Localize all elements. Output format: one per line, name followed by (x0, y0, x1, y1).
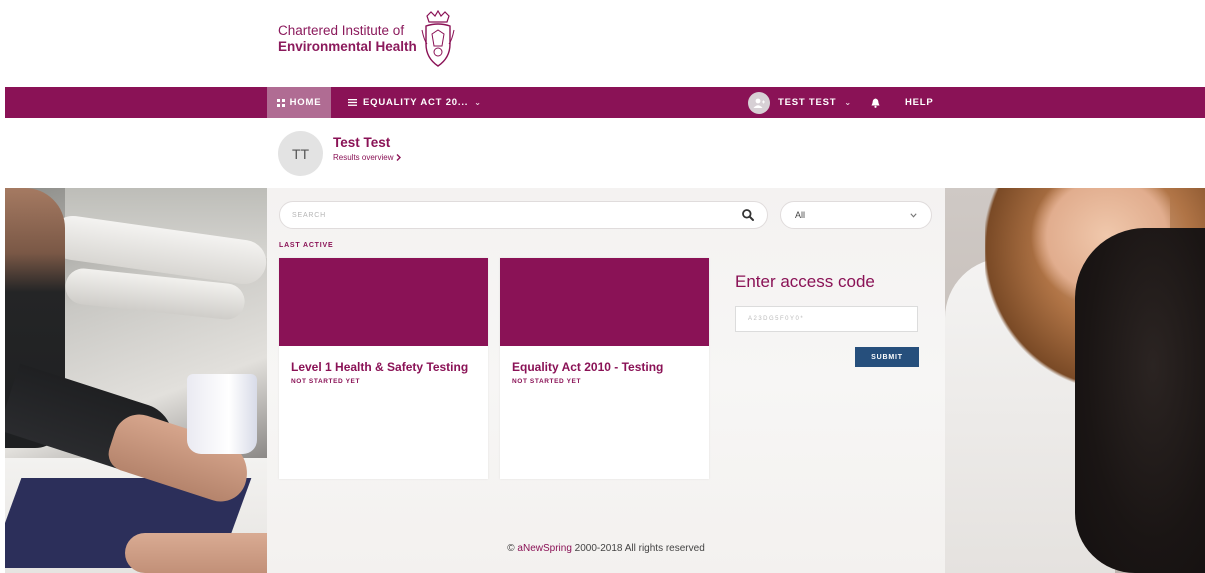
results-overview-label: Results overview (333, 153, 394, 162)
submit-button[interactable]: SUBMIT (855, 347, 919, 367)
top-navbar: HOME EQUALITY ACT 20... ⌄ TEST TEST ⌄ HE… (5, 87, 1205, 118)
filter-value: All (795, 210, 806, 220)
search-icon[interactable] (741, 208, 755, 222)
footer-rights: 2000-2018 All rights reserved (574, 543, 705, 554)
nav-home[interactable]: HOME (267, 87, 331, 118)
logo[interactable]: Chartered Institute of Environmental Hea… (278, 8, 455, 70)
access-code-input[interactable]: A23DG5F0Y0* (735, 306, 918, 332)
search-box[interactable]: SEARCH (279, 201, 768, 229)
nav-home-label: HOME (289, 97, 322, 108)
logo-line1: Chartered Institute of (278, 23, 405, 38)
filter-select[interactable]: All (780, 201, 932, 229)
card-title: Equality Act 2010 - Testing (512, 360, 664, 374)
chevron-right-icon (396, 154, 402, 161)
nav-course-label: EQUALITY ACT 20... (363, 97, 469, 108)
main-panel: SEARCH All LAST ACTIVE Level 1 Health & … (267, 188, 945, 573)
nav-user-menu[interactable]: TEST TEST ⌄ (748, 87, 852, 118)
card-title: Level 1 Health & Safety Testing (291, 360, 469, 374)
access-code-title: Enter access code (735, 272, 875, 291)
bell-icon (871, 98, 880, 108)
nav-help[interactable]: HELP (905, 87, 934, 118)
photo-left (5, 188, 270, 573)
card-status: NOT STARTED YET (291, 378, 361, 385)
chevron-down-icon: ⌄ (474, 98, 482, 107)
profile-name: Test Test (333, 135, 391, 150)
results-overview-link[interactable]: Results overview (333, 153, 402, 162)
card-banner (279, 258, 488, 346)
chevron-down-icon (910, 212, 917, 218)
nav-user-label: TEST TEST (778, 97, 837, 108)
grid-icon (276, 98, 285, 107)
access-code-form: Enter access code A23DG5F0Y0* SUBMIT (735, 272, 919, 367)
notifications-button[interactable] (871, 87, 880, 118)
copyright-symbol: © (507, 543, 515, 554)
photo-right (945, 188, 1205, 573)
nav-course-menu[interactable]: EQUALITY ACT 20... ⌄ (348, 87, 482, 118)
avatar: TT (278, 131, 323, 176)
course-card[interactable]: Level 1 Health & Safety Testing NOT STAR… (279, 258, 488, 479)
profile-summary: TT Test Test Results overview (278, 131, 402, 176)
last-active-heading: LAST ACTIVE (279, 242, 334, 249)
card-status: NOT STARTED YET (512, 378, 582, 385)
user-add-icon (748, 91, 770, 114)
card-banner (500, 258, 709, 346)
footer: © aNewSpring 2000-2018 All rights reserv… (267, 543, 945, 554)
chevron-down-icon: ⌄ (844, 98, 852, 107)
course-card[interactable]: Equality Act 2010 - Testing NOT STARTED … (500, 258, 709, 479)
search-input[interactable]: SEARCH (292, 212, 741, 219)
footer-brand-link[interactable]: aNewSpring (517, 543, 571, 554)
hamburger-icon (348, 99, 357, 106)
crest-icon (421, 10, 455, 67)
logo-line2: Environmental Health (278, 39, 417, 54)
